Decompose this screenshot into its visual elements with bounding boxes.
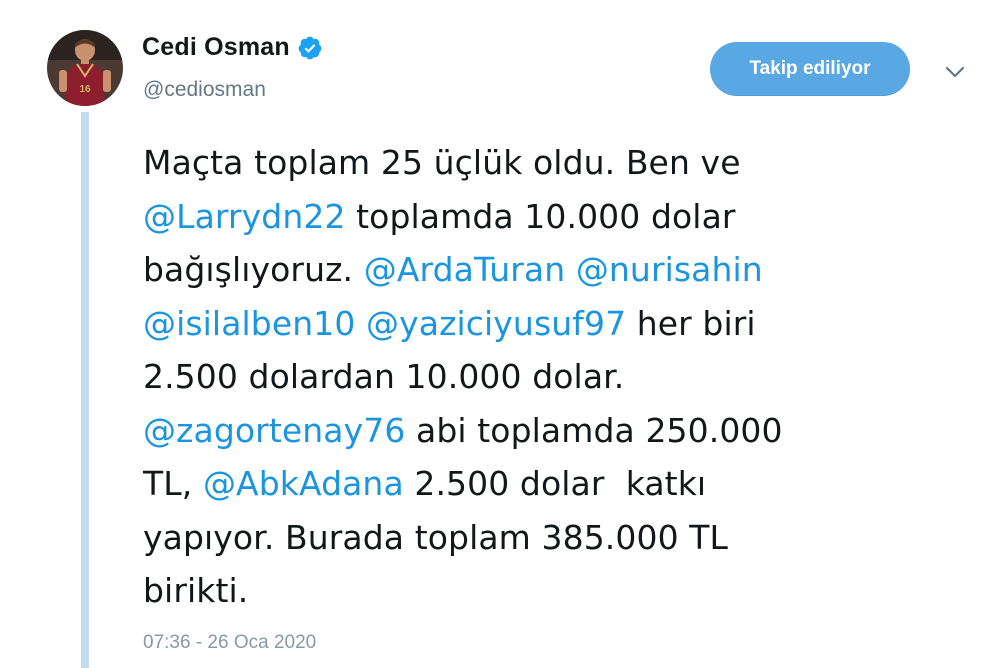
thread-connector-line bbox=[81, 112, 89, 668]
tweet-text-line: yapıyor. Burada toplam 385.000 TL bbox=[143, 511, 943, 565]
user-handle[interactable]: @cediosman bbox=[143, 78, 266, 102]
tweet-text-line: 2.500 dolardan 10.000 dolar. bbox=[143, 350, 943, 404]
mention-link[interactable]: @yaziciyusuf97 bbox=[366, 304, 626, 343]
user-name-row: Cedi Osman bbox=[142, 33, 323, 62]
svg-text:16: 16 bbox=[79, 84, 91, 95]
mention-link[interactable]: @isilalben10 bbox=[143, 304, 355, 343]
tweet-text-segment: 2.500 dolar katkı bbox=[403, 464, 707, 503]
mention-link[interactable]: @AbkAdana bbox=[203, 464, 404, 503]
tweet-card: 16 Cedi Osman @cediosman Takip ediliyor … bbox=[0, 0, 1000, 668]
tweet-text-segment: birikti. bbox=[143, 571, 249, 610]
tweet-text-segment: her biri bbox=[626, 303, 756, 343]
mention-link[interactable]: @ArdaTuran bbox=[364, 250, 566, 289]
tweet-text-line: @Larrydn22 toplamda 10.000 dolar bbox=[143, 190, 943, 244]
tweet-text-line: birikti. bbox=[143, 564, 943, 618]
following-button[interactable]: Takip ediliyor bbox=[710, 42, 910, 96]
user-avatar[interactable]: 16 bbox=[47, 30, 123, 106]
display-name[interactable]: Cedi Osman bbox=[142, 33, 290, 62]
mention-link[interactable]: @nurisahin bbox=[576, 250, 763, 289]
tweet-text-line: @isilalben10 @yaziciyusuf97 her biri bbox=[143, 297, 943, 351]
mention-link[interactable]: @Larrydn22 bbox=[143, 197, 346, 236]
tweet-text-segment: bağışlıyoruz. bbox=[143, 250, 364, 289]
tweet-text-line: bağışlıyoruz. @ArdaTuran @nurisahin bbox=[143, 243, 943, 297]
tweet-text-segment bbox=[565, 250, 576, 289]
player-avatar-icon: 16 bbox=[47, 30, 123, 106]
tweet-text-segment: Maçta toplam 25 üçlük oldu. Ben ve bbox=[143, 143, 741, 182]
tweet-text-segment: TL, bbox=[143, 464, 203, 503]
tweet-text: Maçta toplam 25 üçlük oldu. Ben ve @Larry… bbox=[143, 136, 943, 618]
tweet-text-segment: 2.500 dolardan 10.000 dolar. bbox=[143, 357, 625, 396]
chevron-down-icon[interactable] bbox=[944, 64, 966, 80]
tweet-text-segment: toplamda 10.000 dolar bbox=[345, 196, 736, 236]
tweet-text-line: @zagortenay76 abi toplamda 250.000 bbox=[143, 404, 943, 458]
verified-badge-icon bbox=[297, 35, 323, 61]
tweet-text-line: Maçta toplam 25 üçlük oldu. Ben ve bbox=[143, 136, 943, 190]
mention-link[interactable]: @zagortenay76 bbox=[143, 411, 405, 450]
tweet-timestamp[interactable]: 07:36 - 26 Oca 2020 bbox=[143, 632, 316, 654]
tweet-text-segment: abi toplamda 250.000 bbox=[405, 410, 783, 450]
tweet-text-segment bbox=[355, 304, 366, 343]
tweet-text-line: TL, @AbkAdana 2.500 dolar katkı bbox=[143, 457, 943, 511]
tweet-text-segment: yapıyor. Burada toplam 385.000 TL bbox=[143, 517, 729, 557]
